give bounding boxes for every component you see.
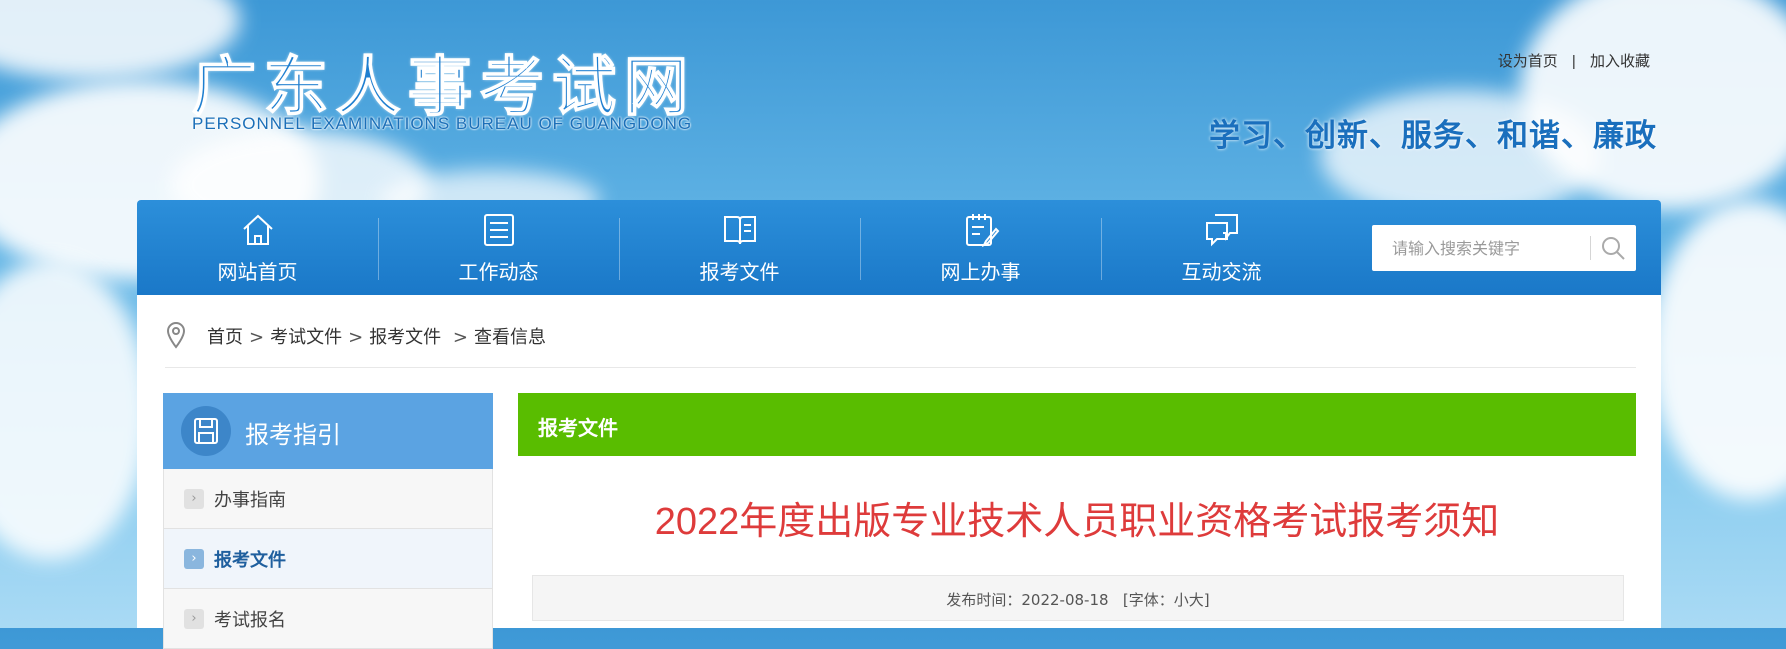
nav-item-interaction[interactable]: 互动交流 [1101, 200, 1342, 295]
nav-item-exam-files[interactable]: 报考文件 [619, 200, 860, 295]
top-links-separator: | [1571, 53, 1576, 70]
sidebar-title: 报考指引 [245, 421, 341, 449]
search-box [1372, 225, 1639, 271]
clipboard-edit-icon [965, 214, 999, 248]
breadcrumb-current: 查看信息 [474, 327, 547, 348]
content-panel: 首页 > 考试文件 > 报考文件 > 查看信息 报考指引 › 办事指南 › 报考文件 › … [137, 295, 1661, 649]
sidebar-item-exam-registration[interactable]: › 考试报名 [163, 589, 493, 649]
sidebar-item-label: 考试报名 [214, 610, 286, 631]
open-book-icon [723, 216, 756, 245]
section-header: 报考文件 [518, 393, 1636, 456]
font-size-bracket: ] [1203, 591, 1210, 609]
main-nav-bar: 网站首页 工作动态 报考文件 网上办事 互动交流 [137, 200, 1661, 295]
document-list-icon [483, 214, 514, 246]
article-title: 2022年度出版专业技术人员职业资格考试报考须知 [654, 501, 1500, 543]
article-meta-bar: 发布时间：2022-08-18 [字体：小大] [532, 575, 1624, 621]
breadcrumb-separator: > [452, 327, 469, 348]
font-size-label: [字体： [1122, 591, 1174, 609]
sidebar-item-service-guide[interactable]: › 办事指南 [163, 469, 493, 529]
sidebar-item-label: 报考文件 [214, 550, 286, 571]
search-separator [1590, 236, 1591, 260]
nav-item-label: 互动交流 [1181, 260, 1262, 284]
site-slogan: 学习、创新、服务、和谐、廉政 [1209, 118, 1657, 154]
nav-item-label: 报考文件 [699, 260, 780, 284]
publish-date: 2022-08-18 [1021, 591, 1109, 609]
breadcrumb-exam-documents[interactable]: 考试文件 [270, 327, 342, 348]
breadcrumb-divider [165, 367, 1636, 368]
nav-item-label: 网上办事 [940, 260, 1021, 284]
site-logo-english: PERSONNEL EXAMINATIONS BUREAU OF GUANGDO… [192, 114, 693, 133]
font-small-button[interactable]: 小 [1174, 591, 1189, 609]
sidebar-item-exam-files[interactable]: › 报考文件 [163, 529, 493, 589]
breadcrumb-home[interactable]: 首页 [207, 327, 243, 348]
nav-item-label: 工作动态 [458, 260, 539, 284]
sidebar: 报考指引 › 办事指南 › 报考文件 › 考试报名 [163, 393, 493, 649]
search-icon[interactable] [1598, 233, 1628, 263]
breadcrumb-separator: > [348, 327, 364, 348]
cloud-decoration [0, 260, 150, 560]
nav-item-label: 网站首页 [217, 260, 298, 284]
cloud-decoration [1650, 200, 1786, 500]
section-title: 报考文件 [538, 416, 618, 440]
chevron-right-icon: › [184, 489, 204, 509]
sidebar-item-label: 办事指南 [214, 490, 286, 511]
chat-bubbles-icon [1205, 214, 1238, 247]
sidebar-header: 报考指引 [163, 393, 493, 469]
breadcrumb-exam-files[interactable]: 报考文件 [369, 327, 441, 348]
breadcrumb-separator: > [249, 327, 265, 348]
publish-label: 发布时间： [946, 591, 1022, 609]
location-pin-icon [166, 322, 186, 349]
set-homepage-link[interactable]: 设为首页 [1498, 53, 1558, 70]
chevron-right-icon: › [184, 549, 204, 569]
nav-item-work-news[interactable]: 工作动态 [378, 200, 619, 295]
sidebar-header-badge [181, 406, 231, 456]
chevron-right-icon: › [184, 609, 204, 629]
nav-item-online-service[interactable]: 网上办事 [860, 200, 1101, 295]
add-favorite-link[interactable]: 加入收藏 [1590, 53, 1650, 70]
font-large-button[interactable]: 大 [1189, 591, 1204, 609]
top-links: 设为首页 | 加入收藏 [1498, 50, 1650, 71]
home-icon [242, 214, 273, 245]
nav-item-home[interactable]: 网站首页 [137, 200, 378, 295]
floppy-disk-icon [194, 418, 218, 444]
